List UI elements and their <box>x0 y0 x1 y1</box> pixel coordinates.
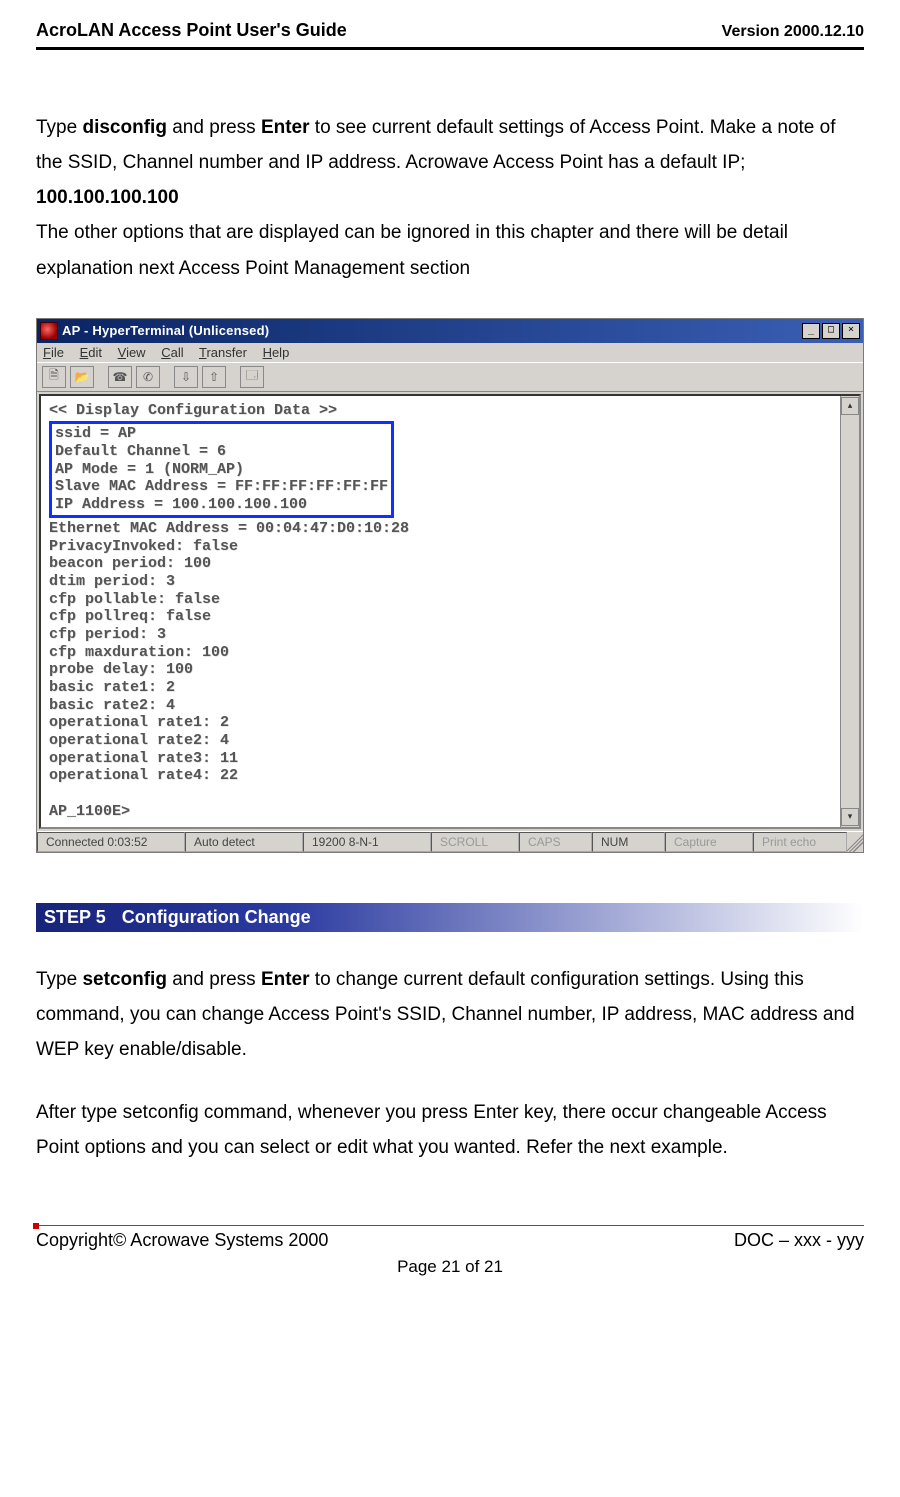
tool-properties-icon[interactable]: 🗔 <box>240 366 264 388</box>
paragraph-1: Type disconfig and press Enter to see cu… <box>36 110 864 215</box>
term-header-line: << Display Configuration Data >> <box>49 402 832 420</box>
tool-connect-icon[interactable]: ☎ <box>108 366 132 388</box>
para2-text2: and press <box>167 969 261 990</box>
minimize-button[interactable]: _ <box>802 323 820 339</box>
footer-doc-id: DOC – xxx - yyy <box>734 1230 864 1251</box>
window-title: AP - HyperTerminal (Unlicensed) <box>62 323 802 338</box>
close-button[interactable]: × <box>842 323 860 339</box>
scroll-down-icon[interactable]: ▾ <box>841 808 859 826</box>
status-baud: 19200 8-N-1 <box>303 832 431 852</box>
para1-key: Enter <box>261 117 310 138</box>
config-highlight-box: ssid = AP Default Channel = 6 AP Mode = … <box>49 421 394 517</box>
tool-receive-icon[interactable]: ⇧ <box>202 366 226 388</box>
doc-title: AcroLAN Access Point User's Guide <box>36 20 347 41</box>
paragraph-3: After type setconfig command, whenever y… <box>36 1095 864 1165</box>
menu-bar: File Edit View Call Transfer Help <box>37 343 863 362</box>
app-icon <box>40 322 58 340</box>
resize-grip-icon[interactable] <box>847 832 863 852</box>
status-num: NUM <box>592 832 665 852</box>
menu-call[interactable]: Call <box>161 345 183 360</box>
toolbar: 🗎 📂 ☎ ✆ ⇩ ⇧ 🗔 <box>37 362 863 392</box>
page-number: Page 21 of 21 <box>36 1251 864 1277</box>
footer-dot-icon <box>33 1223 39 1229</box>
status-detect: Auto detect <box>185 832 303 852</box>
footer-copyright: Copyright© Acrowave Systems 2000 <box>36 1230 328 1251</box>
tool-open-icon[interactable]: 📂 <box>70 366 94 388</box>
para1-text1: Type <box>36 117 82 138</box>
status-scroll: SCROLL <box>431 832 519 852</box>
footer-rule <box>36 1225 864 1226</box>
para1-text2: and press <box>167 117 261 138</box>
para1-ip: 100.100.100.100 <box>36 187 179 208</box>
step-number: STEP 5 <box>44 907 106 927</box>
status-connected: Connected 0:03:52 <box>37 832 185 852</box>
menu-view[interactable]: View <box>118 345 146 360</box>
term-rest-lines: Ethernet MAC Address = 00:04:47:D0:10:28… <box>49 520 832 821</box>
menu-file[interactable]: File <box>43 345 64 360</box>
status-echo: Print echo <box>753 832 847 852</box>
menu-help[interactable]: Help <box>263 345 290 360</box>
doc-version: Version 2000.12.10 <box>722 23 864 41</box>
maximize-button[interactable]: □ <box>822 323 840 339</box>
terminal-content[interactable]: << Display Configuration Data >> ssid = … <box>41 396 840 827</box>
para1-cmd: disconfig <box>82 117 166 138</box>
tool-send-icon[interactable]: ⇩ <box>174 366 198 388</box>
hyperterminal-window: AP - HyperTerminal (Unlicensed) _ □ × Fi… <box>36 318 864 853</box>
menu-transfer[interactable]: Transfer <box>199 345 247 360</box>
term-highlight-lines: ssid = AP Default Channel = 6 AP Mode = … <box>55 425 388 513</box>
tool-new-icon[interactable]: 🗎 <box>42 366 66 388</box>
status-bar: Connected 0:03:52 Auto detect 19200 8-N-… <box>37 831 863 852</box>
status-capture: Capture <box>665 832 753 852</box>
terminal-area: << Display Configuration Data >> ssid = … <box>39 394 861 829</box>
tool-disconnect-icon[interactable]: ✆ <box>136 366 160 388</box>
paragraph-1b: The other options that are displayed can… <box>36 215 864 285</box>
status-caps: CAPS <box>519 832 592 852</box>
para2-text1: Type <box>36 969 82 990</box>
para2-key: Enter <box>261 969 310 990</box>
step-title: Configuration Change <box>122 907 311 927</box>
paragraph-2: Type setconfig and press Enter to change… <box>36 962 864 1067</box>
scrollbar[interactable]: ▴ ▾ <box>840 396 859 827</box>
menu-edit[interactable]: Edit <box>80 345 102 360</box>
scroll-up-icon[interactable]: ▴ <box>841 397 859 415</box>
step-banner: STEP 5 Configuration Change <box>36 903 864 932</box>
title-bar: AP - HyperTerminal (Unlicensed) _ □ × <box>37 319 863 343</box>
para2-cmd: setconfig <box>82 969 166 990</box>
header-rule <box>36 47 864 50</box>
